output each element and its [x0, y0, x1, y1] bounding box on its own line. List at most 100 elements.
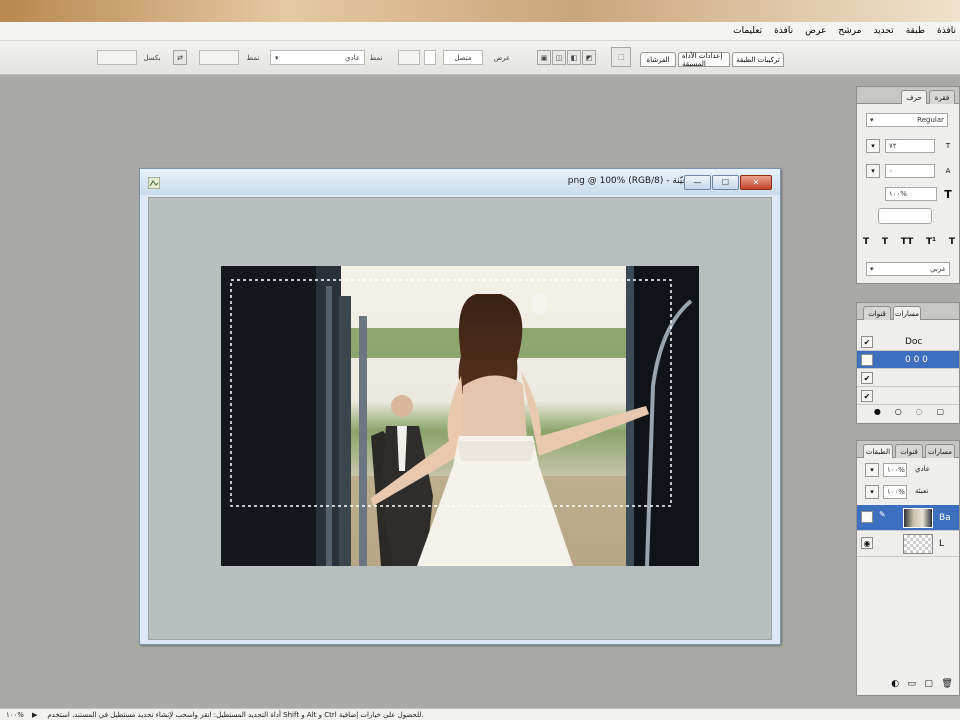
list-item-selected[interactable]: ✔ 0 0 0 [857, 351, 959, 369]
mode-label: نمط [369, 53, 383, 62]
stroke-path-icon[interactable]: ○ [895, 407, 902, 416]
tab-paths[interactable]: مسارات [925, 444, 955, 458]
color-swatch[interactable] [878, 208, 932, 224]
wedding-photo [221, 266, 699, 566]
checkbox[interactable] [424, 50, 436, 65]
tab-brushes[interactable]: الفرشاة [640, 52, 676, 67]
status-text: أداة التحديد المستطيل: انقر واسحب لإنشاء… [47, 710, 424, 719]
menu-item[interactable]: نافذة [774, 26, 793, 36]
menu-item[interactable]: عرض [805, 26, 826, 36]
fill-label: تعبئة [915, 487, 929, 495]
character-panel-tabs: فقرة حرف [857, 87, 959, 104]
menu-item[interactable]: تحديد [873, 26, 893, 36]
close-button[interactable]: ✕ [740, 175, 772, 190]
photoshop-icon [148, 177, 160, 189]
document-title: png @ 100% (RGB/8) - عيّنة [567, 176, 688, 186]
tab-channels[interactable]: قنوات [895, 444, 923, 458]
chevron-down-icon[interactable]: ▾ [866, 139, 880, 153]
list-item[interactable]: ✔ Doc [857, 333, 959, 351]
check-icon[interactable]: ✔ [861, 372, 873, 384]
new-selection-icon[interactable]: ▣ [537, 50, 551, 65]
underline-icon[interactable]: T [949, 237, 955, 247]
status-bar: ١٠٠% ▶ أداة التحديد المستطيل: انقر واسحب… [0, 708, 960, 720]
tab-paragraph[interactable]: فقرة [929, 90, 955, 104]
layer-row-selected[interactable]: ◉ ✎ Ba [857, 505, 959, 531]
text-style-buttons: T T TT T¹ T [863, 237, 955, 247]
check-icon[interactable]: ✔ [861, 354, 873, 366]
check-icon[interactable]: ✔ [861, 336, 873, 348]
style-dropdown[interactable]: ▾ عادي [270, 50, 365, 65]
fill-field[interactable]: ١٠٠% [883, 485, 907, 499]
menu-item[interactable]: تعليمات [733, 26, 762, 36]
menu-item[interactable]: نافذة [937, 26, 956, 36]
chevron-down-icon[interactable]: ▾ [866, 164, 880, 178]
faux-italic-icon[interactable]: T [882, 237, 888, 247]
maximize-button[interactable]: ☐ [712, 175, 739, 190]
fill-path-icon[interactable]: ● [874, 407, 881, 416]
layer-row[interactable]: ◉ L [857, 531, 959, 557]
canvas-image[interactable] [221, 266, 699, 566]
menu-item[interactable]: مرشح [838, 26, 861, 36]
zoom-readout[interactable]: ١٠٠% [6, 711, 24, 719]
width-field[interactable] [199, 50, 239, 65]
adjustment-layer-icon[interactable]: ◐ [891, 679, 899, 689]
menu-bar: نافذة طبقة تحديد مرشح عرض نافذة تعليمات [0, 22, 960, 41]
window-controls: — ☐ ✕ [684, 175, 772, 190]
menu-item[interactable]: طبقة [906, 26, 925, 36]
antialias-checkbox[interactable] [398, 50, 420, 65]
blend-mode-label: عادي [915, 465, 930, 473]
chevron-down-icon: ▾ [870, 265, 874, 273]
eye-icon[interactable]: ◉ [861, 511, 873, 523]
options-bar: بكسل ⇄ نمط ▾ عادي نمط متصل عرض ▣ ◫ ◧ ◩ ⬚ [0, 41, 960, 75]
swap-icon[interactable]: ⇄ [173, 50, 187, 65]
opacity-field[interactable]: ١٠٠% [883, 463, 907, 477]
new-path-icon[interactable]: ▢ [936, 407, 944, 416]
tab-layers[interactable]: الطبقات [863, 444, 893, 458]
layer-thumbnail [903, 534, 933, 554]
tab-layer-comps[interactable]: تركيبات الطبقة [732, 52, 784, 67]
trash-icon[interactable]: 🗑 [941, 679, 952, 689]
layers-panel: الطبقات قنوات مسارات ▾ ١٠٠% عادي ▾ ١٠٠% … [856, 440, 960, 696]
tab-character[interactable]: حرف [901, 90, 927, 104]
feather-label: عرض [493, 53, 511, 62]
play-icon[interactable]: ▶ [32, 711, 37, 719]
style-label: نمط [246, 53, 260, 62]
chevron-down-icon[interactable]: ▾ [865, 463, 879, 477]
layers-footer: ◐ ▭ ▢ 🗑 [887, 679, 957, 689]
type-tool-icon: T [944, 187, 952, 201]
all-caps-icon[interactable]: TT [901, 237, 914, 247]
intersect-selection-icon[interactable]: ◩ [582, 50, 596, 65]
document-titlebar[interactable]: png @ 100% (RGB/8) - عيّنة — ☐ ✕ [140, 169, 780, 195]
background-image-strip [0, 0, 960, 22]
paths-footer: ● ○ ◌ ▢ [867, 407, 951, 416]
height-field[interactable] [97, 50, 137, 65]
chevron-down-icon[interactable]: ▾ [865, 485, 879, 499]
paths-panel: مسارات قنوات ✔ Doc ✔ 0 0 0 ✔ ✔ ● ○ ◌ ▢ [856, 302, 960, 424]
superscript-icon[interactable]: T¹ [926, 237, 936, 247]
new-layer-icon[interactable]: ▢ [924, 679, 933, 689]
minimize-button[interactable]: — [684, 175, 711, 190]
leading-field[interactable]: ٠ [885, 164, 935, 178]
font-style-dropdown[interactable]: ▾ Regular [866, 113, 948, 127]
layer-thumbnail [903, 508, 933, 528]
feather-field[interactable]: متصل [443, 50, 483, 65]
add-selection-icon[interactable]: ◫ [552, 50, 566, 65]
layers-panel-tabs: الطبقات قنوات مسارات [857, 441, 959, 458]
list-item[interactable]: ✔ [857, 387, 959, 405]
leading-icon: A [945, 167, 951, 175]
font-size-field[interactable]: ٧٢ [885, 139, 935, 153]
tracking-field[interactable]: ١٠٠% [885, 187, 937, 201]
tab-tool-presets[interactable]: إعدادات الأداة المسبقة [678, 52, 730, 68]
tab-channels[interactable]: قنوات [863, 306, 891, 320]
unit-label: بكسل [143, 53, 161, 62]
new-group-icon[interactable]: ▭ [907, 679, 916, 689]
load-selection-icon[interactable]: ◌ [916, 407, 923, 416]
check-icon[interactable]: ✔ [861, 390, 873, 402]
faux-bold-icon[interactable]: T [863, 237, 869, 247]
marquee-tool-icon[interactable]: ⬚ [611, 47, 631, 67]
tab-paths[interactable]: مسارات [893, 306, 921, 320]
subtract-selection-icon[interactable]: ◧ [567, 50, 581, 65]
list-item[interactable]: ✔ [857, 369, 959, 387]
language-dropdown[interactable]: ▾ عربي [866, 262, 950, 276]
eye-icon[interactable]: ◉ [861, 537, 873, 549]
